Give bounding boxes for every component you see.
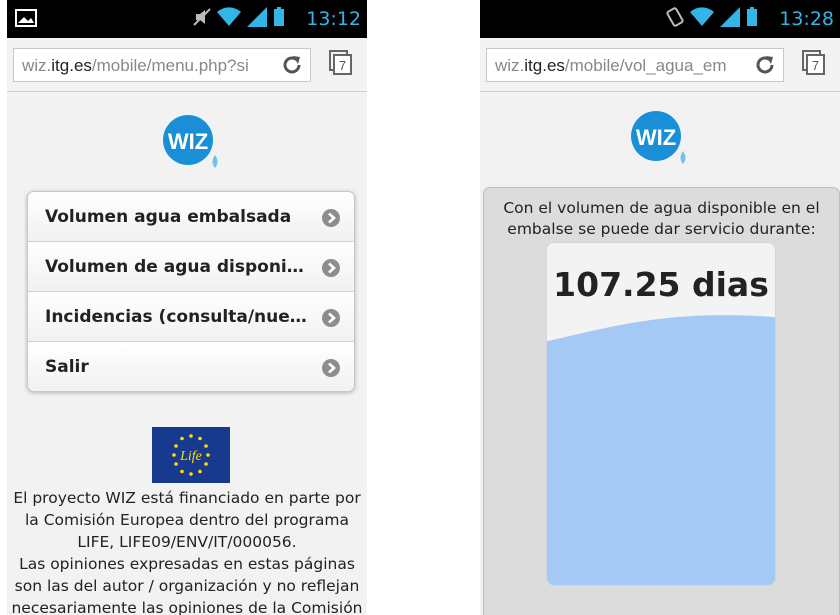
chevron-right-icon bbox=[321, 358, 341, 383]
footer-line: necesariamente las opiniones de la Comis… bbox=[11, 599, 363, 615]
status-bar: 13:28 bbox=[480, 0, 840, 38]
system-icons bbox=[193, 7, 285, 27]
reload-icon[interactable] bbox=[280, 53, 304, 82]
days-value: 107.25 dias bbox=[553, 265, 769, 304]
system-icons bbox=[666, 7, 758, 27]
eu-life-logo: Life bbox=[152, 427, 230, 483]
wifi-icon bbox=[217, 7, 241, 27]
water-fill bbox=[547, 315, 775, 585]
url-text: wiz.itg.es/mobile/menu.php?si bbox=[22, 56, 249, 75]
right-screen: 13:28 wiz.itg.es/mobile/vol_agua_em 7 WI… bbox=[480, 0, 840, 615]
battery-icon bbox=[747, 7, 757, 26]
rotation-icon bbox=[666, 7, 684, 27]
footer-line: Las opiniones expresadas en estas página… bbox=[19, 555, 355, 573]
tabs-icon[interactable]: 7 bbox=[802, 50, 826, 81]
status-time: 13:12 bbox=[306, 8, 361, 30]
footer-line: son las del autor / organización y no re… bbox=[14, 577, 360, 595]
wiz-logo: WIZ bbox=[625, 109, 695, 172]
footer-line: El proyecto WIZ está financiado en parte… bbox=[13, 489, 361, 507]
menu-item-salir[interactable]: Salir bbox=[28, 342, 354, 391]
browser-url-bar: wiz.itg.es/mobile/vol_agua_em 7 bbox=[480, 38, 840, 92]
wiz-logo-text: WIZ bbox=[636, 125, 676, 150]
tabs-count: 7 bbox=[339, 58, 346, 73]
menu-item-label: Volumen agua embalsada bbox=[45, 207, 292, 227]
main-menu: Volumen agua embalsada Volumen de agua d… bbox=[27, 191, 355, 392]
url-text: wiz.itg.es/mobile/vol_agua_em bbox=[495, 56, 727, 75]
footer-disclaimer: El proyecto WIZ está financiado en parte… bbox=[7, 487, 367, 615]
chevron-right-icon bbox=[321, 308, 341, 333]
tabs-count: 7 bbox=[812, 58, 819, 73]
signal-icon bbox=[720, 7, 740, 27]
reload-icon[interactable] bbox=[753, 53, 777, 82]
status-bar: 13:12 bbox=[7, 0, 367, 38]
description-line: Con el volumen de agua disponible en el bbox=[503, 199, 820, 217]
left-screen: 13:12 wiz.itg.es/mobile/menu.php?si 7 WI… bbox=[7, 0, 367, 615]
menu-item-label: Salir bbox=[45, 357, 89, 377]
tabs-icon[interactable]: 7 bbox=[329, 50, 353, 81]
wiz-logo-text: WIZ bbox=[168, 129, 208, 154]
availability-description: Con el volumen de agua disponible en el … bbox=[484, 198, 839, 240]
image-notification-icon bbox=[15, 8, 37, 33]
url-field[interactable]: wiz.itg.es/mobile/menu.php?si bbox=[13, 48, 311, 82]
mute-icon bbox=[193, 8, 211, 26]
menu-item-incidencias[interactable]: Incidencias (consulta/nueva) bbox=[28, 292, 354, 342]
footer-line: la Comisión Europea dentro del programa bbox=[25, 511, 349, 529]
signal-icon bbox=[247, 7, 267, 27]
menu-item-volumen-disponible[interactable]: Volumen de agua disponible en el embalse bbox=[28, 242, 354, 292]
browser-url-bar: wiz.itg.es/mobile/menu.php?si 7 bbox=[7, 38, 367, 92]
status-time: 13:28 bbox=[779, 8, 834, 30]
water-level-gauge: 107.25 dias bbox=[546, 242, 776, 586]
wiz-logo: WIZ bbox=[157, 113, 227, 176]
water-availability-panel: Con el volumen de agua disponible en el … bbox=[483, 187, 840, 615]
chevron-right-icon bbox=[321, 258, 341, 283]
footer-line: LIFE, LIFE09/ENV/IT/000056. bbox=[77, 533, 297, 551]
menu-item-label: Volumen de agua disponible en el embalse bbox=[45, 257, 307, 277]
description-line: embalse se puede dar servicio durante: bbox=[507, 220, 816, 238]
menu-item-volumen-embalsada[interactable]: Volumen agua embalsada bbox=[28, 192, 354, 242]
url-field[interactable]: wiz.itg.es/mobile/vol_agua_em bbox=[486, 48, 784, 82]
menu-item-label: Incidencias (consulta/nueva) bbox=[45, 307, 307, 327]
chevron-right-icon bbox=[321, 208, 341, 233]
battery-icon bbox=[274, 7, 284, 26]
eu-logo-text: Life bbox=[179, 449, 202, 464]
wifi-icon bbox=[690, 7, 714, 27]
